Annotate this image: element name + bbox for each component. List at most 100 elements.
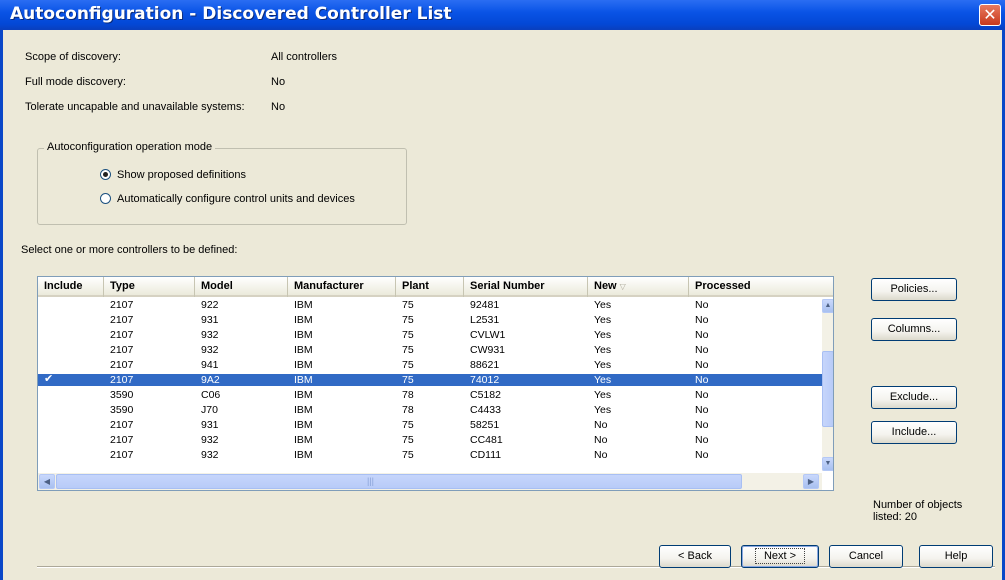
cell-manufacturer: IBM: [294, 359, 313, 371]
cell-manufacturer: IBM: [294, 404, 313, 416]
info-tolerate-label: Tolerate uncapable and unavailable syste…: [25, 101, 245, 113]
cell-plant: 75: [402, 314, 414, 326]
info-scope-label: Scope of discovery:: [25, 51, 121, 63]
vertical-scroll-thumb[interactable]: [822, 351, 833, 427]
cell-processed: No: [695, 329, 709, 341]
cell-new: Yes: [594, 329, 612, 341]
cell-model: 941: [201, 359, 219, 371]
cell-new: Yes: [594, 389, 612, 401]
cell-serial: 58251: [470, 419, 500, 431]
info-tolerate-value: No: [271, 101, 286, 113]
cell-model: J70: [201, 404, 218, 416]
column-header-new[interactable]: New ▽: [588, 277, 689, 297]
table-row-selected[interactable]: ✔ 2107 9A2 IBM 75 74012 Yes No: [38, 373, 822, 386]
scroll-right-icon[interactable]: ▶: [803, 474, 819, 489]
cell-processed: No: [695, 404, 709, 416]
column-header-model[interactable]: Model: [195, 277, 288, 297]
cancel-button[interactable]: Cancel: [829, 545, 903, 568]
column-header-processed[interactable]: Processed: [689, 277, 833, 297]
cell-plant: 75: [402, 449, 414, 461]
exclude-button[interactable]: Exclude...: [871, 386, 957, 409]
cell-plant: 75: [402, 344, 414, 356]
cell-type: 2107: [110, 344, 134, 356]
column-header-manufacturer[interactable]: Manufacturer: [288, 277, 396, 297]
column-header-serial-number[interactable]: Serial Number: [464, 277, 588, 297]
operation-mode-legend: Autoconfiguration operation mode: [44, 141, 216, 153]
cell-processed: No: [695, 434, 709, 446]
help-button[interactable]: Help: [919, 545, 993, 568]
next-button[interactable]: Next >: [741, 545, 819, 568]
cell-model: 932: [201, 329, 219, 341]
table-row[interactable]: 3590 J70 IBM 78 C4433 Yes No: [38, 404, 822, 416]
table-row[interactable]: 2107 932 IBM 75 CD111 No No: [38, 449, 822, 461]
info-full-mode-value: No: [271, 76, 286, 88]
object-count-text: Number of objects listed: 20: [873, 499, 963, 523]
cell-serial: CW931: [470, 344, 506, 356]
cell-plant: 75: [402, 299, 414, 311]
cell-serial: L2531: [470, 314, 500, 326]
cell-type: 2107: [110, 359, 134, 371]
include-button[interactable]: Include...: [871, 421, 957, 444]
radio-show-proposed[interactable]: Show proposed definitions: [100, 169, 246, 181]
cell-serial: C4433: [470, 404, 501, 416]
sort-descending-icon: ▽: [619, 282, 626, 291]
scroll-up-icon[interactable]: ▲: [822, 299, 833, 313]
close-icon[interactable]: ✕: [979, 4, 1001, 26]
table-row[interactable]: 2107 922 IBM 75 92481 Yes No: [38, 299, 822, 311]
table-row[interactable]: 2107 931 IBM 75 L2531 Yes No: [38, 314, 822, 326]
table-row[interactable]: 2107 932 IBM 75 CC481 No No: [38, 434, 822, 446]
cell-new: Yes: [594, 374, 612, 386]
cell-model: 9A2: [201, 374, 220, 386]
scroll-grip-icon: |||: [367, 476, 375, 486]
radio-auto-configure[interactable]: Automatically configure control units an…: [100, 193, 355, 205]
cell-plant: 78: [402, 389, 414, 401]
dialog-client-area: Scope of discovery: All controllers Full…: [3, 30, 1002, 580]
table-row[interactable]: 3590 C06 IBM 78 C5182 Yes No: [38, 389, 822, 401]
radio-auto-configure-label: Automatically configure control units an…: [117, 193, 355, 205]
scroll-down-icon[interactable]: ▼: [822, 457, 833, 471]
operation-mode-group: Autoconfiguration operation mode Show pr…: [37, 141, 407, 225]
scroll-left-icon[interactable]: ◀: [39, 474, 55, 489]
cell-model: C06: [201, 389, 221, 401]
cell-serial: CVLW1: [470, 329, 506, 341]
cell-serial: CC481: [470, 434, 503, 446]
cell-plant: 75: [402, 434, 414, 446]
cell-type: 2107: [110, 314, 134, 326]
cell-serial: CD111: [470, 449, 502, 461]
cell-model: 932: [201, 434, 219, 446]
radio-unselected-icon[interactable]: [100, 193, 111, 204]
policies-button[interactable]: Policies...: [871, 278, 957, 301]
info-scope-value: All controllers: [271, 51, 338, 63]
horizontal-scroll-thumb[interactable]: |||: [56, 474, 742, 489]
cell-serial: C5182: [470, 389, 501, 401]
table-row[interactable]: 2107 931 IBM 75 58251 No No: [38, 419, 822, 431]
table-row[interactable]: 2107 932 IBM 75 CVLW1 Yes No: [38, 329, 822, 341]
column-header-plant[interactable]: Plant: [396, 277, 464, 297]
cell-type: 2107: [110, 299, 134, 311]
cell-processed: No: [695, 389, 709, 401]
column-header-type[interactable]: Type: [104, 277, 195, 297]
columns-button[interactable]: Columns...: [871, 318, 957, 341]
cell-manufacturer: IBM: [294, 329, 313, 341]
cell-type: 2107: [110, 449, 134, 461]
cell-new: Yes: [594, 404, 612, 416]
radio-selected-icon[interactable]: [100, 169, 111, 180]
back-button[interactable]: < Back: [659, 545, 731, 568]
column-header-include[interactable]: Include: [38, 277, 104, 297]
table-row[interactable]: 2107 941 IBM 75 88621 Yes No: [38, 359, 822, 371]
cell-new: No: [594, 419, 608, 431]
cell-processed: No: [695, 419, 709, 431]
cell-plant: 75: [402, 374, 414, 386]
window-title: Autoconfiguration - Discovered Controlle…: [10, 4, 452, 24]
cell-plant: 75: [402, 419, 414, 431]
cell-type: 2107: [110, 419, 134, 431]
info-full-mode-label: Full mode discovery:: [25, 76, 126, 88]
title-bar[interactable]: Autoconfiguration - Discovered Controlle…: [0, 0, 1005, 30]
table-row[interactable]: 2107 932 IBM 75 CW931 Yes No: [38, 344, 822, 356]
vertical-scrollbar[interactable]: ▲ ▼: [822, 299, 833, 471]
horizontal-scrollbar[interactable]: ◀ ||| ▶: [38, 473, 822, 490]
cell-type: 3590: [110, 389, 134, 401]
include-check-icon[interactable]: ✔: [44, 373, 53, 385]
cell-manufacturer: IBM: [294, 434, 313, 446]
cell-model: 932: [201, 344, 219, 356]
